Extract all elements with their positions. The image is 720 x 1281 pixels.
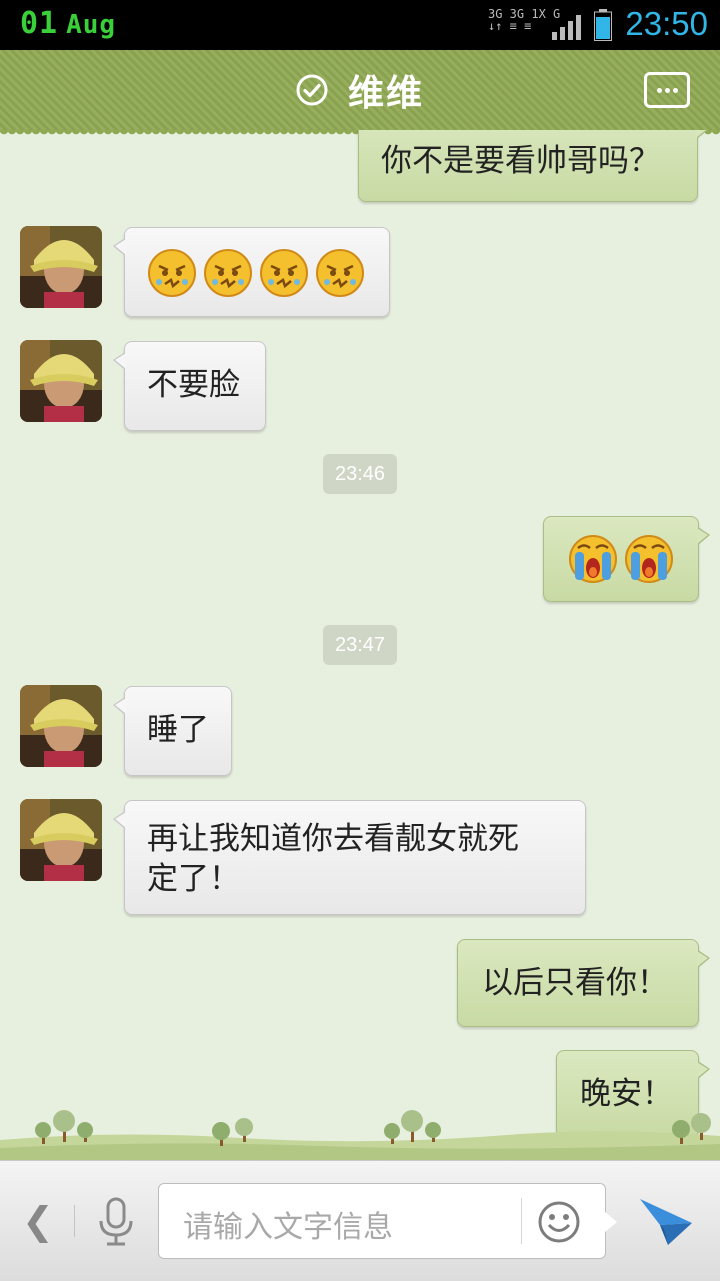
title-container: 维维 — [0, 50, 720, 130]
battery-icon — [594, 9, 612, 41]
avatar[interactable] — [20, 685, 102, 767]
contact-name[interactable]: 维维 — [348, 64, 424, 116]
message-text: 睡了 — [147, 712, 209, 748]
message-bubble-incoming[interactable]: 再让我知道你去看靓女就死 定了！ — [113, 800, 586, 915]
landscape-decoration — [0, 1110, 720, 1160]
chat-messages-area[interactable]: 你不是要看帅哥吗？ 不要脸 23:46 23:47 睡了 再让我知道你去看靓女就… — [0, 130, 720, 1160]
message-input-bar: ❮ 请输入文字信息 — [0, 1160, 720, 1281]
status-date-month: Aug — [66, 10, 117, 40]
microphone-icon[interactable] — [96, 1197, 136, 1247]
crying-face-emoji-group — [568, 535, 680, 583]
more-dots-icon — [657, 88, 662, 93]
avatar[interactable] — [20, 340, 102, 422]
message-bubble-outgoing[interactable] — [543, 516, 710, 602]
toolbar-divider — [74, 1205, 75, 1237]
collapse-toolbar-button[interactable]: ❮ — [22, 1199, 54, 1243]
grumpy-face-emoji — [260, 249, 308, 297]
message-bubble-outgoing[interactable]: 以后只看你！ — [457, 939, 710, 1027]
grumpy-face-emoji-group — [147, 249, 371, 297]
crying-face-emoji — [625, 535, 673, 583]
message-bubble-outgoing[interactable]: 你不是要看帅哥吗？ — [358, 130, 709, 202]
message-bubble-incoming[interactable]: 睡了 — [113, 686, 232, 776]
status-date-day: 01 — [20, 6, 59, 41]
message-text-line-2: 定了！ — [147, 861, 240, 897]
grumpy-face-emoji — [148, 249, 196, 297]
message-bubble-incoming[interactable]: 不要脸 — [113, 341, 266, 431]
avatar[interactable] — [20, 226, 102, 308]
message-timestamp: 23:47 — [323, 625, 397, 665]
status-bar: 01 Aug 3G 3G 1X G ↓↑ ≡ ≡ 23:50 — [0, 0, 720, 50]
more-options-button[interactable] — [644, 72, 690, 108]
message-bubble-incoming[interactable] — [113, 227, 390, 317]
message-input-placeholder: 请输入文字信息 — [183, 1210, 393, 1245]
send-icon[interactable] — [638, 1195, 694, 1247]
grumpy-face-emoji — [204, 249, 252, 297]
message-text: 你不是要看帅哥吗？ — [381, 143, 660, 179]
message-text: 以后只看你！ — [482, 965, 668, 1001]
check-circle-icon — [296, 74, 328, 106]
network-row-activity: ↓↑ ≡ ≡ — [488, 19, 532, 33]
signal-strength-icon — [552, 15, 581, 40]
status-date: 01 Aug — [20, 6, 116, 41]
grumpy-face-emoji — [316, 249, 364, 297]
smiley-icon[interactable] — [537, 1200, 581, 1244]
avatar[interactable] — [20, 799, 102, 881]
status-time: 23:50 — [625, 5, 708, 42]
message-text: 不要脸 — [147, 367, 240, 403]
message-timestamp: 23:46 — [323, 454, 397, 494]
chat-header: 维维 — [0, 50, 720, 138]
message-input[interactable]: 请输入文字信息 — [158, 1183, 617, 1259]
input-divider — [521, 1198, 522, 1244]
message-text-line-1: 再让我知道你去看靓女就死 — [147, 821, 519, 857]
crying-face-emoji — [569, 535, 617, 583]
network-indicators: 3G 3G 1X G ↓↑ ≡ ≡ — [488, 8, 560, 32]
